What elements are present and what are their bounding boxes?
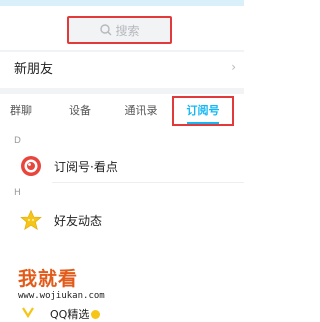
search-area: 搜索 xyxy=(0,6,244,50)
list-item[interactable]: 好友动态 xyxy=(0,204,244,236)
row-divider xyxy=(52,182,244,183)
tab-contacts[interactable]: 通讯录 xyxy=(116,94,166,128)
star-icon xyxy=(20,209,42,230)
list-item-label: 好友动态 xyxy=(54,213,103,228)
section-letter-d: D xyxy=(14,136,21,146)
list-item[interactable]: QQ精选 xyxy=(0,306,244,322)
search-placeholder: 搜索 xyxy=(115,23,140,38)
kandian-icon xyxy=(21,156,41,176)
search-input[interactable]: 搜索 xyxy=(67,16,172,44)
watermark-url: www.wojiukan.com xyxy=(18,291,105,301)
list-item-label: 订阅号·看点 xyxy=(54,159,118,174)
tab-group-chats[interactable]: 群聊 xyxy=(4,94,38,128)
qq-jingxuan-icon xyxy=(22,307,34,319)
search-icon xyxy=(100,24,112,36)
watermark: 我就看 www.wojiukan.com xyxy=(18,264,105,301)
tab-devices[interactable]: 设备 xyxy=(60,94,100,128)
verified-badge-icon xyxy=(91,309,101,319)
new-friends-label: 新朋友 xyxy=(14,61,54,77)
contact-tabs: 群聊 设备 通讯录 订阅号 xyxy=(0,94,244,128)
chevron-right-icon: › xyxy=(231,60,236,74)
section-letter-h: H xyxy=(14,188,21,198)
list-item[interactable]: 订阅号·看点 xyxy=(0,150,244,182)
active-tab-indicator xyxy=(187,122,219,124)
watermark-title-text: 我就看 xyxy=(18,268,79,290)
list-item-label: QQ精选 xyxy=(50,308,90,321)
watermark-title: 我就看 xyxy=(18,264,105,291)
new-friends-row[interactable]: 新朋友 › xyxy=(0,52,244,82)
